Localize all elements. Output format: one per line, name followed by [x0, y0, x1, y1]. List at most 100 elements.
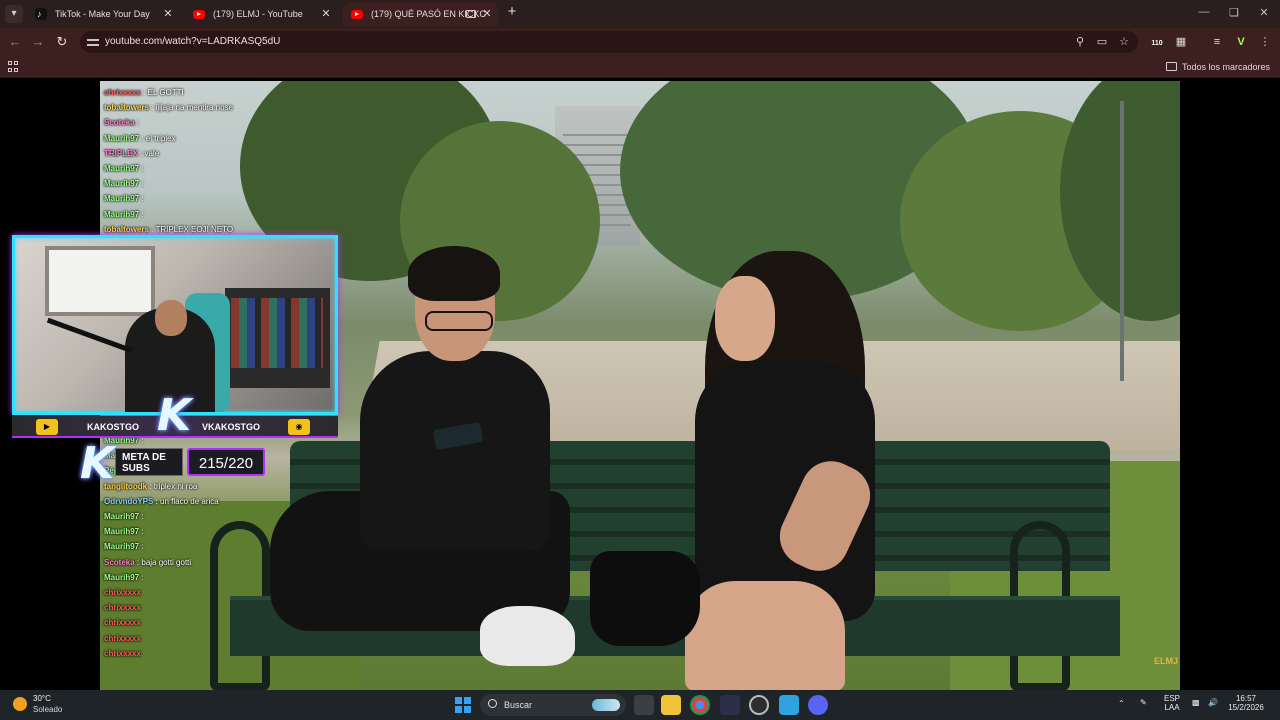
weather-temperature[interactable]: 30°C — [33, 694, 51, 703]
folder-icon — [1165, 62, 1177, 71]
bookmark-star-icon[interactable]: ☆ — [1116, 34, 1132, 50]
new-tab-button[interactable]: + — [505, 3, 519, 20]
chat-text: : — [141, 572, 144, 582]
media-playing-icon — [466, 10, 476, 18]
clock[interactable]: 16:57 15/2/2026 — [1226, 694, 1266, 712]
bookmarks-bar: Todos los marcadores — [0, 56, 1280, 78]
kick-k-logo: K — [157, 390, 192, 441]
tab-youtube-elmj[interactable]: (179) ELMJ - YouTube ✕ — [185, 2, 337, 26]
man-glasses — [425, 311, 493, 331]
close-tab-icon[interactable]: ✕ — [161, 2, 175, 26]
pen-icon[interactable]: ✎ — [1140, 698, 1147, 707]
chat-message: Maurih97 : — [104, 164, 144, 173]
network-icon[interactable]: ▩ — [1192, 698, 1200, 707]
chat-message: tobaltowers : TRIPLEX EOJI NETO — [104, 225, 233, 234]
sun-icon[interactable] — [13, 697, 27, 711]
channel-watermark: ELMJ — [1154, 656, 1179, 666]
profile-avatar[interactable]: V — [1232, 33, 1250, 51]
video-player[interactable]: chrixxxxx : EL GOTTI tobaltowers : ijijaj… — [0, 78, 1280, 690]
chat-message: Scoteka : baja gotti gotti — [104, 558, 191, 567]
extension-icon[interactable]: 110 — [1148, 33, 1166, 51]
chat-username: TRIPLEX — [104, 148, 138, 158]
app-icon[interactable] — [779, 695, 799, 715]
chat-message: Maurih97 : — [104, 210, 144, 219]
site-info-icon[interactable] — [87, 36, 99, 48]
chat-message: chrixxxxx : EL GOTTI — [104, 88, 184, 97]
chat-message: TRIPLEX : vale — [104, 149, 159, 158]
streamer-webcam — [12, 235, 338, 415]
chat-message: Scoteka : — [104, 118, 139, 127]
chat-text: : ijijaja na mentira nose — [151, 103, 233, 113]
chat-message: chrixxxxx — [104, 588, 141, 597]
app-icon[interactable] — [720, 695, 740, 715]
close-window-button[interactable]: ✕ — [1254, 6, 1274, 19]
streamer-head — [155, 300, 187, 336]
chat-username: tobaltowers — [104, 103, 149, 113]
chrome-icon[interactable] — [690, 695, 710, 715]
chat-text: : triplex ni roa — [149, 481, 198, 491]
man-torso — [360, 351, 550, 551]
chat-message: Maurih97 : — [104, 542, 144, 551]
url-text[interactable]: youtube.com/watch?v=LADRKASQ5dU — [105, 31, 280, 53]
chat-message: chrixxxxx — [104, 634, 141, 643]
chat-text: : TRIPLEX EOJI NETO — [151, 224, 234, 234]
chat-username: Maurih97 — [104, 209, 140, 219]
forward-button[interactable]: → — [29, 33, 47, 51]
woman-face — [715, 276, 775, 361]
language-indicator[interactable]: ESP LAA — [1160, 694, 1184, 712]
menu-icon[interactable]: ⋮ — [1256, 33, 1274, 51]
cast-icon[interactable]: ▭ — [1094, 34, 1110, 50]
extensions-puzzle-icon[interactable]: ▦ — [1172, 33, 1190, 51]
chat-username: Maurih97 — [104, 164, 140, 173]
chat-username: chrixxxxx — [104, 618, 141, 628]
show-hidden-icons[interactable]: ⌃ — [1118, 699, 1125, 708]
chat-text: : — [141, 527, 144, 537]
language-code: ESP — [1163, 694, 1180, 703]
chat-text: : — [141, 164, 144, 173]
start-button[interactable] — [455, 697, 471, 713]
search-placeholder: Buscar — [504, 700, 533, 710]
chat-username: Maurih97 — [104, 194, 140, 204]
tab-title: TikTok - Make Your Day — [55, 9, 150, 19]
subs-goal-label: META DE SUBS — [115, 448, 183, 476]
zoom-icon[interactable]: ⚲ — [1072, 34, 1088, 50]
youtube-icon — [351, 10, 363, 19]
steam-icon[interactable] — [749, 695, 769, 715]
search-highlight-icon — [592, 699, 620, 711]
youtube-handle: KAKOSTGO — [87, 422, 140, 432]
file-explorer-icon[interactable] — [661, 695, 681, 715]
tab-youtube-active[interactable]: (179) QUÉ PASÓ EN KICKC ✕ — [343, 2, 498, 26]
subs-goal: META DE SUBS 215/220 — [115, 448, 265, 476]
discord-icon[interactable] — [808, 695, 828, 715]
chat-username: Maurih97 — [104, 527, 140, 537]
minimize-button[interactable]: — — [1194, 6, 1214, 18]
chat-text: : el triplex — [141, 133, 176, 143]
maximize-button[interactable]: ❑ — [1224, 6, 1244, 19]
address-bar[interactable]: youtube.com/watch?v=LADRKASQ5dU ⚲ ▭ ☆ — [80, 31, 1138, 53]
chat-message: Maurih97 : el triplex — [104, 134, 176, 143]
close-tab-icon[interactable]: ✕ — [319, 2, 333, 26]
chat-message: Maurih97 : — [104, 527, 144, 536]
task-view-icon[interactable] — [634, 695, 654, 715]
apps-grid-icon[interactable] — [8, 61, 19, 72]
chat-username: chrixxxxx — [104, 588, 141, 597]
youtube-icon: ▶ — [36, 419, 58, 435]
search-icon — [488, 699, 497, 708]
chat-username: tobaltowers — [104, 224, 149, 234]
chat-text: : vale — [140, 148, 160, 158]
weather-description[interactable]: Soleado — [33, 705, 62, 714]
chat-username: chrixxxxx — [104, 603, 141, 613]
close-tab-icon[interactable]: ✕ — [480, 2, 494, 26]
taskbar-search[interactable]: Buscar — [480, 694, 626, 716]
all-bookmarks-button[interactable]: Todos los marcadores — [1165, 56, 1270, 78]
chat-username: Maurih97 — [104, 512, 140, 521]
all-bookmarks-label: Todos los marcadores — [1181, 62, 1270, 72]
tab-tiktok[interactable]: TikTok - Make Your Day ✕ — [27, 2, 179, 26]
reading-list-icon[interactable]: ≡ — [1208, 33, 1226, 51]
chat-text: : — [136, 118, 140, 128]
reload-button[interactable]: ↻ — [53, 33, 71, 51]
tab-search-button[interactable]: ▾ — [5, 5, 23, 23]
back-button[interactable]: ← — [6, 33, 24, 51]
chat-username: Scoteka — [104, 557, 135, 567]
volume-icon[interactable]: 🔊 — [1208, 698, 1218, 707]
